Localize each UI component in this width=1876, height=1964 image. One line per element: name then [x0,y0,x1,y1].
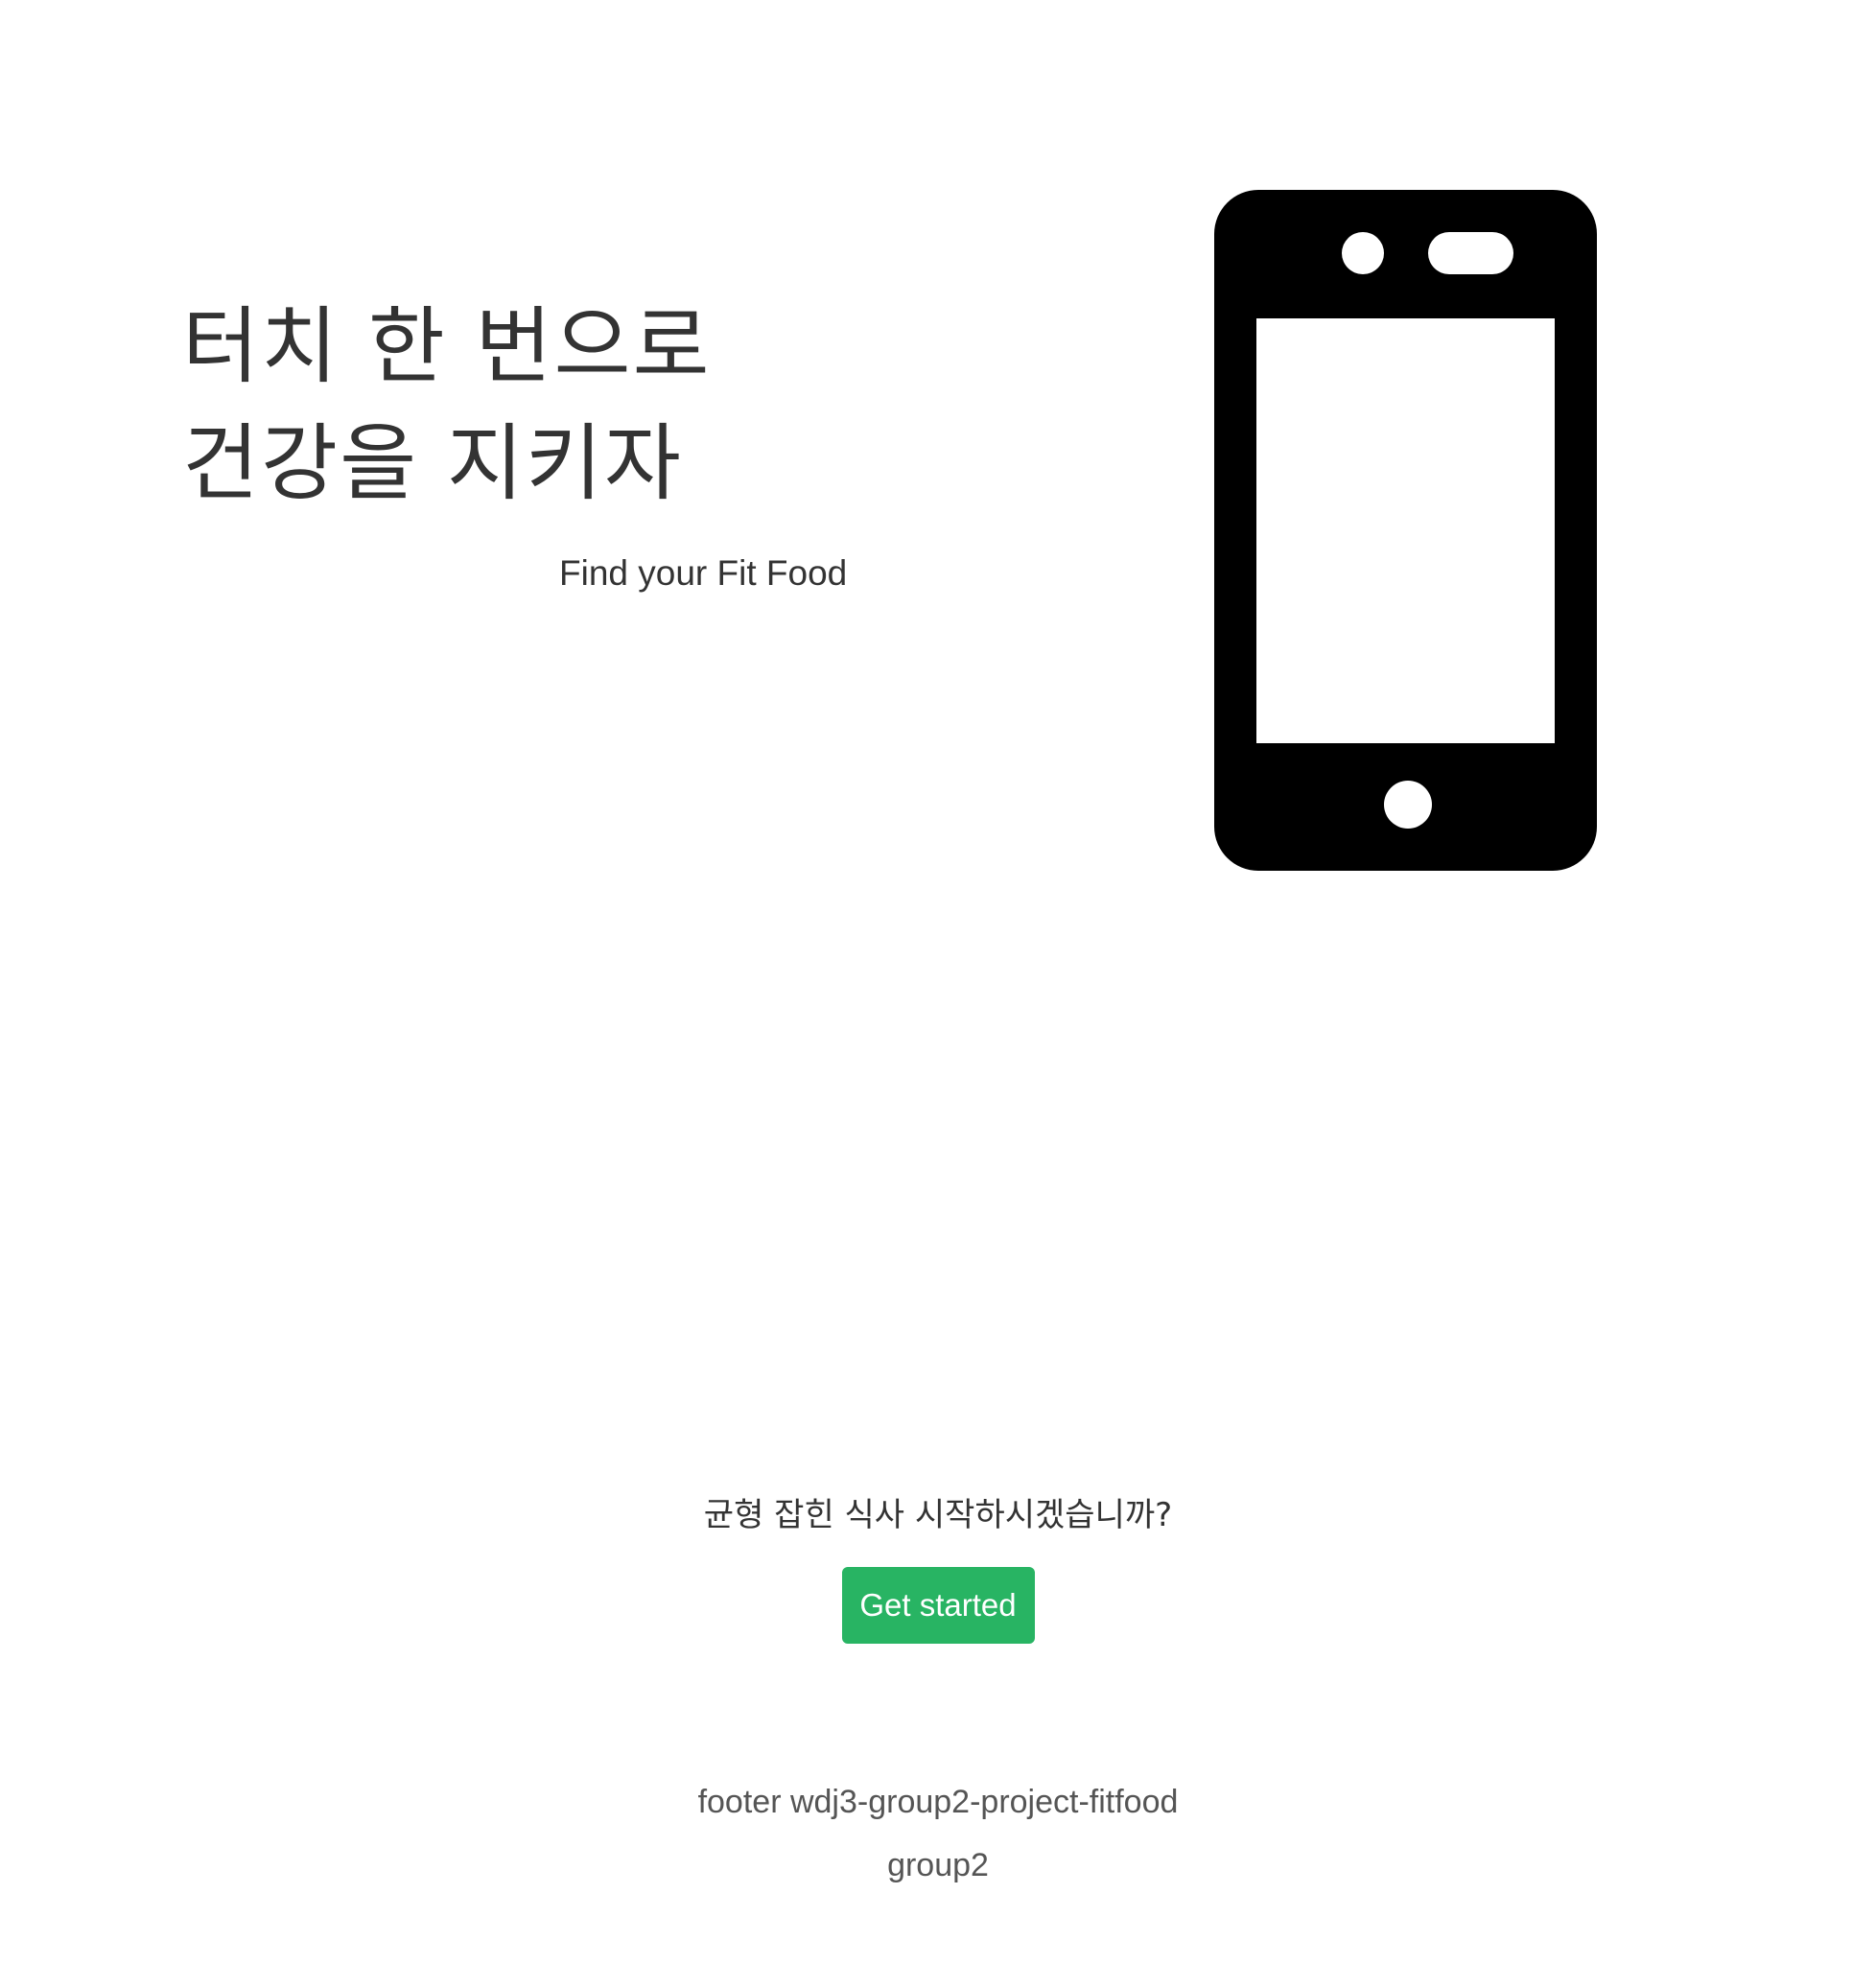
hero-title-line-2: 건강을 지키자 [182,414,683,512]
cta-question: 균형 잡힌 식사 시작하시겠습니까? [703,1496,1173,1534]
hero-title-line-1: 터치 한 번으로 [182,297,712,395]
hero-subtitle: Find your Fit Food [559,553,848,593]
footer-project-name: footer wdj3-group2-project-fitfood [697,1784,1179,1820]
cta-button-wrapper: Get started [0,1567,1876,1644]
footer-group-name: group2 [887,1847,989,1883]
hero-title: 터치 한 번으로 건강을 지키자 [182,288,712,522]
mobile-phone-icon [1214,190,1597,871]
page-footer: footer wdj3-group2-project-fitfood group… [0,1770,1876,1897]
get-started-button[interactable]: Get started [841,1567,1035,1644]
